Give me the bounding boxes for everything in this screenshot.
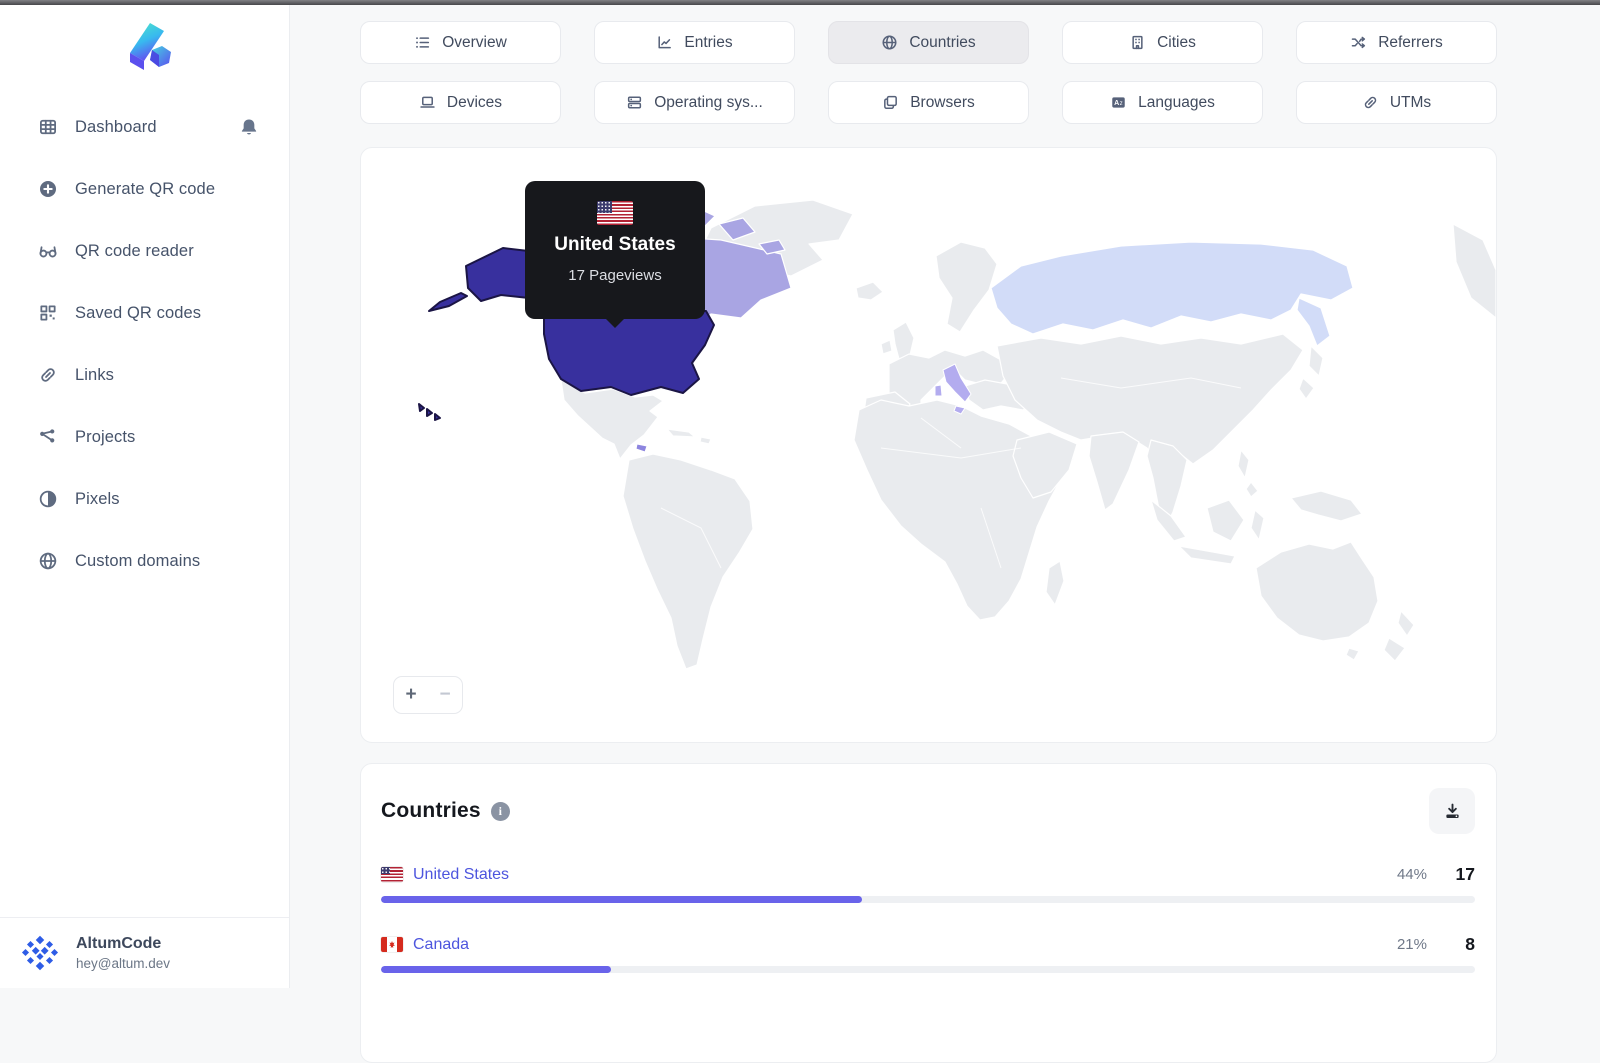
sidebar-item-projects[interactable]: Projects — [0, 406, 289, 468]
tooltip-country: United States — [554, 234, 675, 256]
sidebar-item-label: Pixels — [75, 490, 120, 509]
country-link[interactable]: United States — [413, 866, 509, 884]
globe-icon — [881, 34, 898, 51]
half-circle-icon — [38, 489, 58, 509]
sidebar-item-label: Saved QR codes — [75, 304, 201, 323]
avatar — [20, 933, 60, 973]
download-button[interactable] — [1429, 788, 1475, 834]
main-content: Overview Entries Countries Cities Referr… — [290, 5, 1600, 988]
progress-fill — [381, 966, 611, 973]
sidebar-item-label: Custom domains — [75, 552, 200, 571]
us-flag-icon — [597, 201, 633, 225]
tab-entries[interactable]: Entries — [594, 21, 795, 64]
zoom-in-button[interactable]: + — [394, 677, 428, 713]
globe-icon — [38, 551, 58, 571]
svg-text:A: A — [1114, 99, 1119, 107]
building-icon — [1129, 34, 1146, 51]
tab-utms[interactable]: UTMs — [1296, 81, 1497, 124]
tab-languages[interactable]: Az Languages — [1062, 81, 1263, 124]
map-country-panama[interactable] — [636, 444, 647, 452]
zoom-out-button[interactable]: − — [428, 677, 462, 713]
logo-mark-icon — [114, 20, 176, 72]
plus-circle-icon — [38, 179, 58, 199]
progress-track — [381, 896, 1475, 903]
countries-title: Countries — [381, 799, 481, 823]
us-flag-icon — [381, 867, 403, 882]
canada-flag-icon — [381, 937, 403, 952]
tab-operating-systems[interactable]: Operating sys... — [594, 81, 795, 124]
sidebar-item-qr-reader[interactable]: QR code reader — [0, 220, 289, 282]
map-country-russia[interactable] — [991, 242, 1353, 346]
tab-referrers[interactable]: Referrers — [1296, 21, 1497, 64]
server-icon — [626, 94, 643, 111]
sidebar-item-dashboard[interactable]: Dashboard — [0, 96, 289, 158]
country-percent: 44% — [1397, 866, 1427, 883]
sidebar-item-generate-qr[interactable]: Generate QR code — [0, 158, 289, 220]
laptop-icon — [419, 94, 436, 111]
altumcode-logo[interactable] — [0, 5, 289, 96]
tab-countries[interactable]: Countries — [828, 21, 1029, 64]
country-row-canada: Canada 21% 8 — [381, 934, 1475, 973]
progress-fill — [381, 896, 862, 903]
qr-code-icon — [38, 303, 58, 323]
language-icon: Az — [1110, 94, 1127, 111]
map-tooltip: United States 17 Pageviews — [525, 181, 705, 319]
world-map-card: United States 17 Pageviews + − — [360, 147, 1497, 743]
country-percent: 21% — [1397, 936, 1427, 953]
sidebar-item-label: Dashboard — [75, 118, 157, 137]
chart-icon — [656, 34, 673, 51]
glasses-icon — [38, 241, 58, 261]
grid-icon — [38, 117, 58, 137]
link-icon — [1362, 94, 1379, 111]
download-icon — [1443, 802, 1462, 821]
tooltip-arrow — [605, 318, 625, 328]
sidebar-item-links[interactable]: Links — [0, 344, 289, 406]
sidebar: Dashboard Generate QR code QR code reade… — [0, 5, 290, 988]
stats-tabs: Overview Entries Countries Cities Referr… — [360, 21, 1497, 124]
sidebar-item-saved-qr[interactable]: Saved QR codes — [0, 282, 289, 344]
sidebar-item-label: QR code reader — [75, 242, 194, 261]
tab-devices[interactable]: Devices — [360, 81, 561, 124]
user-email: hey@altum.dev — [76, 956, 170, 971]
tab-browsers[interactable]: Browsers — [828, 81, 1029, 124]
tooltip-pageviews: 17 Pageviews — [568, 267, 661, 284]
tab-overview[interactable]: Overview — [360, 21, 561, 64]
sidebar-item-label: Generate QR code — [75, 180, 215, 199]
sidebar-item-label: Links — [75, 366, 114, 385]
browser-icon — [882, 94, 899, 111]
tab-cities[interactable]: Cities — [1062, 21, 1263, 64]
country-row-united-states: United States 44% 17 — [381, 864, 1475, 903]
sidebar-item-label: Projects — [75, 428, 135, 447]
window-top-edge — [0, 0, 1600, 5]
map-zoom-controls: + − — [393, 676, 463, 714]
countries-panel: Countries United States 44% 17 — [360, 763, 1497, 1063]
info-icon[interactable] — [491, 802, 510, 821]
sidebar-item-pixels[interactable]: Pixels — [0, 468, 289, 530]
list-icon — [414, 34, 431, 51]
shuffle-icon — [1350, 34, 1367, 51]
svg-text:z: z — [1120, 100, 1123, 107]
country-link[interactable]: Canada — [413, 936, 469, 954]
link-icon — [38, 365, 58, 385]
sidebar-item-custom-domains[interactable]: Custom domains — [0, 530, 289, 592]
country-count: 17 — [1441, 864, 1475, 885]
bell-icon[interactable] — [239, 117, 259, 137]
progress-track — [381, 966, 1475, 973]
sidebar-nav: Dashboard Generate QR code QR code reade… — [0, 96, 289, 917]
share-nodes-icon — [38, 427, 58, 447]
sidebar-user[interactable]: AltumCode hey@altum.dev — [0, 917, 289, 988]
country-count: 8 — [1441, 934, 1475, 955]
user-name: AltumCode — [76, 935, 170, 953]
